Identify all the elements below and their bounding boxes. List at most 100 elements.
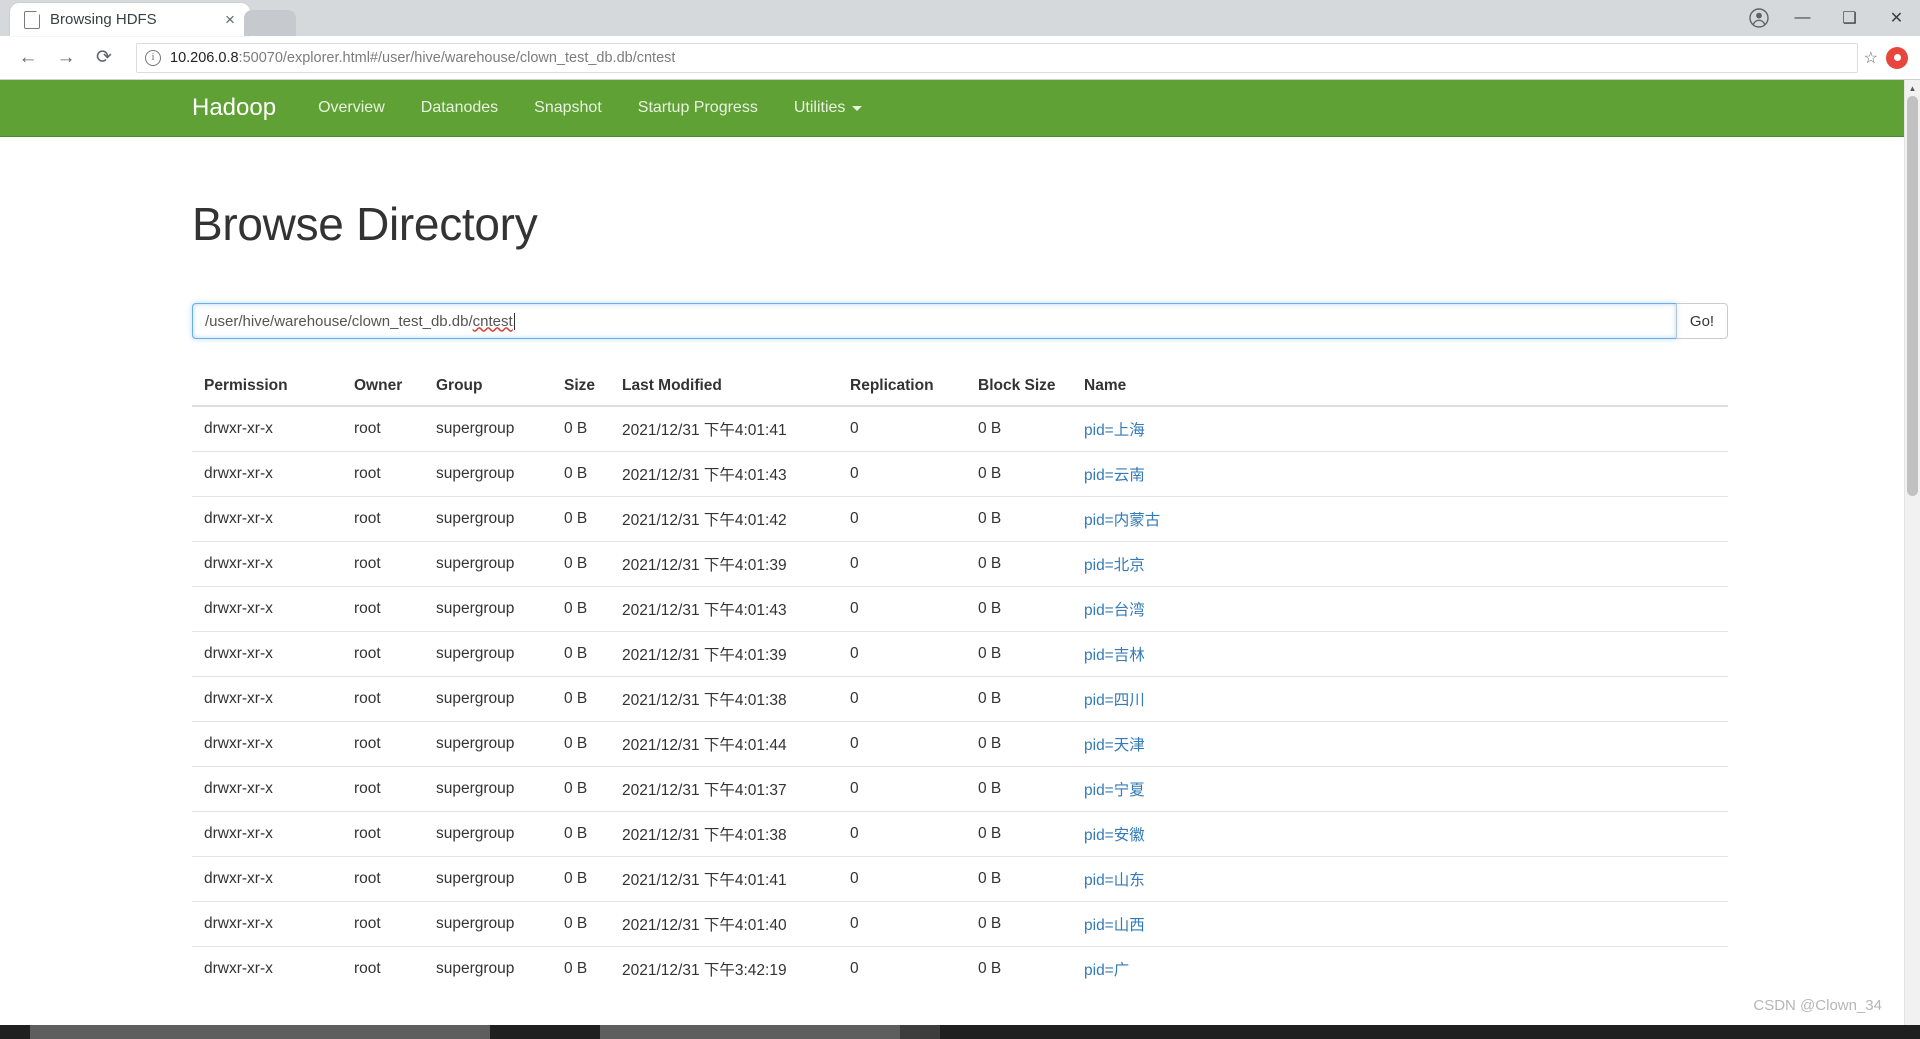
forward-icon[interactable]: → (50, 42, 82, 74)
cell-owner: root (342, 496, 424, 542)
cell-permission: drwxr-xr-x (192, 946, 342, 991)
directory-link[interactable]: pid=山东 (1084, 872, 1145, 889)
cell-owner: root (342, 676, 424, 722)
cell-owner: root (342, 631, 424, 677)
cell-size: 0 B (552, 901, 610, 947)
cell-name: pid=山东 (1072, 856, 1728, 902)
cell-name: pid=吉林 (1072, 631, 1728, 677)
cell-last-modified: 2021/12/31 下午4:01:42 (610, 496, 838, 542)
table-row: drwxr-xr-x root supergroup 0 B 2021/12/31 下午… (192, 541, 1728, 587)
cell-permission: drwxr-xr-x (204, 420, 273, 437)
cell-replication: 0 (838, 586, 966, 632)
cell-group: supergroup (424, 586, 552, 632)
taskbar[interactable] (0, 1025, 1920, 1039)
scroll-up-icon[interactable]: ▲ (1905, 80, 1920, 96)
extension-icon[interactable] (1886, 46, 1908, 69)
profile-avatar-icon[interactable] (1739, 0, 1779, 36)
cell-group: supergroup (424, 631, 552, 677)
browser-tab-browsing-hdfs[interactable]: Browsing HDFS × (10, 3, 250, 36)
directory-link[interactable]: pid=广 (1084, 962, 1129, 979)
bookmark-star-icon[interactable]: ☆ (1864, 48, 1878, 68)
cell-owner: root (342, 586, 424, 632)
directory-path-input[interactable]: /user/hive/warehouse/clown_test_db.db/cn… (192, 303, 1676, 339)
cell-block-size: 0 B (966, 496, 1072, 542)
path-prefix: /user/hive/warehouse/clown_test_db.db/ (205, 312, 473, 330)
cell-name: pid=台湾 (1072, 586, 1728, 632)
url-host: 10.206.0.8 (170, 49, 239, 66)
column-header-owner: Owner (342, 367, 424, 407)
cell-replication: 0 (838, 946, 966, 991)
cell-group: supergroup (424, 811, 552, 857)
directory-link[interactable]: pid=内蒙古 (1084, 512, 1160, 529)
cell-last-modified: 2021/12/31 下午4:01:40 (610, 901, 838, 947)
table-row: drwxr-xr-x root supergroup 0 B 2021/12/31 下午… (192, 811, 1728, 857)
nav-link-utilities[interactable]: Utilities (794, 99, 863, 117)
cell-size: 0 B (552, 811, 610, 857)
directory-link[interactable]: pid=台湾 (1084, 602, 1145, 619)
directory-link[interactable]: pid=吉林 (1084, 647, 1145, 664)
page-scrollbar[interactable]: ▲ ▼ (1904, 80, 1920, 1038)
brand-hadoop[interactable]: Hadoop (192, 94, 276, 122)
go-button[interactable]: Go! (1676, 303, 1728, 339)
minimize-window-button[interactable]: — (1779, 0, 1826, 36)
cell-group: supergroup (424, 856, 552, 902)
cell-block-size: 0 B (966, 586, 1072, 632)
directory-link[interactable]: pid=山西 (1084, 917, 1145, 934)
scrollbar-thumb[interactable] (1907, 96, 1918, 496)
nav-link-datanodes[interactable]: Datanodes (421, 99, 498, 117)
nav-link-snapshot[interactable]: Snapshot (534, 99, 602, 117)
directory-link[interactable]: pid=上海 (1084, 422, 1145, 439)
hadoop-navbar: Hadoop Overview Datanodes Snapshot Start… (0, 80, 1920, 137)
cell-group: supergroup (424, 451, 552, 497)
browser-toolbar: ← → ⟳ i 10.206.0.8:50070/explorer.html#/… (0, 36, 1920, 80)
cell-replication: 0 (838, 811, 966, 857)
close-window-button[interactable]: ✕ (1873, 0, 1920, 36)
nav-link-overview[interactable]: Overview (318, 99, 385, 117)
cell-name: pid=天津 (1072, 721, 1728, 767)
table-row: drwxr-xr-x root supergroup 0 B 2021/12/31 下午… (192, 586, 1728, 632)
new-tab-button[interactable] (244, 10, 296, 36)
url-path: :50070/explorer.html#/user/hive/warehous… (238, 49, 676, 66)
cell-owner: root (342, 451, 424, 497)
cell-name: pid=四川 (1072, 676, 1728, 722)
watermark: CSDN @Clown_34 (1753, 997, 1882, 1014)
cell-replication: 0 (838, 496, 966, 542)
directory-link[interactable]: pid=云南 (1084, 467, 1145, 484)
table-row: drwxr-xr-x root supergroup 0 B 2021/12/31 下午… (192, 631, 1728, 677)
cell-size: 0 B (552, 451, 610, 497)
reload-icon[interactable]: ⟳ (88, 42, 120, 74)
browser-window: Browsing HDFS × — ❑ ✕ ← → ⟳ i 10.206.0.8… (0, 0, 1920, 1039)
cell-block-size: 0 B (966, 451, 1072, 497)
table-row: drwxr-xr-x root supergroup 0 B 2021/12/31 下午… (192, 406, 1728, 452)
directory-link[interactable]: pid=安徽 (1084, 827, 1145, 844)
cell-size: 0 B (552, 946, 610, 991)
directory-link[interactable]: pid=四川 (1084, 692, 1145, 709)
column-header-permission: Permission (192, 367, 342, 407)
directory-link[interactable]: pid=天津 (1084, 737, 1145, 754)
cell-group: supergroup (424, 721, 552, 767)
table-row: drwxr-xr-x root supergroup 0 B 2021/12/31 下午… (192, 451, 1728, 497)
directory-link[interactable]: pid=北京 (1084, 557, 1145, 574)
site-info-icon[interactable]: i (145, 49, 161, 66)
tab-title: Browsing HDFS (50, 11, 157, 28)
cell-replication: 0 (838, 766, 966, 812)
directory-link[interactable]: pid=宁夏 (1084, 782, 1145, 799)
address-bar-url: 10.206.0.8:50070/explorer.html#/user/hiv… (170, 50, 675, 66)
address-bar[interactable]: i 10.206.0.8:50070/explorer.html#/user/h… (136, 42, 1858, 73)
back-icon[interactable]: ← (12, 42, 44, 74)
path-form: /user/hive/warehouse/clown_test_db.db/cn… (192, 303, 1728, 339)
cell-replication: 0 (838, 856, 966, 902)
cell-block-size: 0 B (966, 676, 1072, 722)
cell-name: pid=宁夏 (1072, 766, 1728, 812)
cell-owner: root (342, 721, 424, 767)
tab-strip: Browsing HDFS × — ❑ ✕ (0, 0, 1920, 36)
maximize-window-button[interactable]: ❑ (1826, 0, 1873, 36)
cell-permission: drwxr-xr-x (192, 811, 342, 857)
cell-group: supergroup (424, 946, 552, 991)
cell-block-size: 0 B (966, 901, 1072, 947)
nav-link-startup-progress[interactable]: Startup Progress (638, 99, 758, 117)
cell-name: pid=内蒙古 (1072, 496, 1728, 542)
cell-replication: 0 (838, 631, 966, 677)
close-tab-icon[interactable]: × (220, 11, 240, 28)
cell-owner: root (342, 901, 424, 947)
